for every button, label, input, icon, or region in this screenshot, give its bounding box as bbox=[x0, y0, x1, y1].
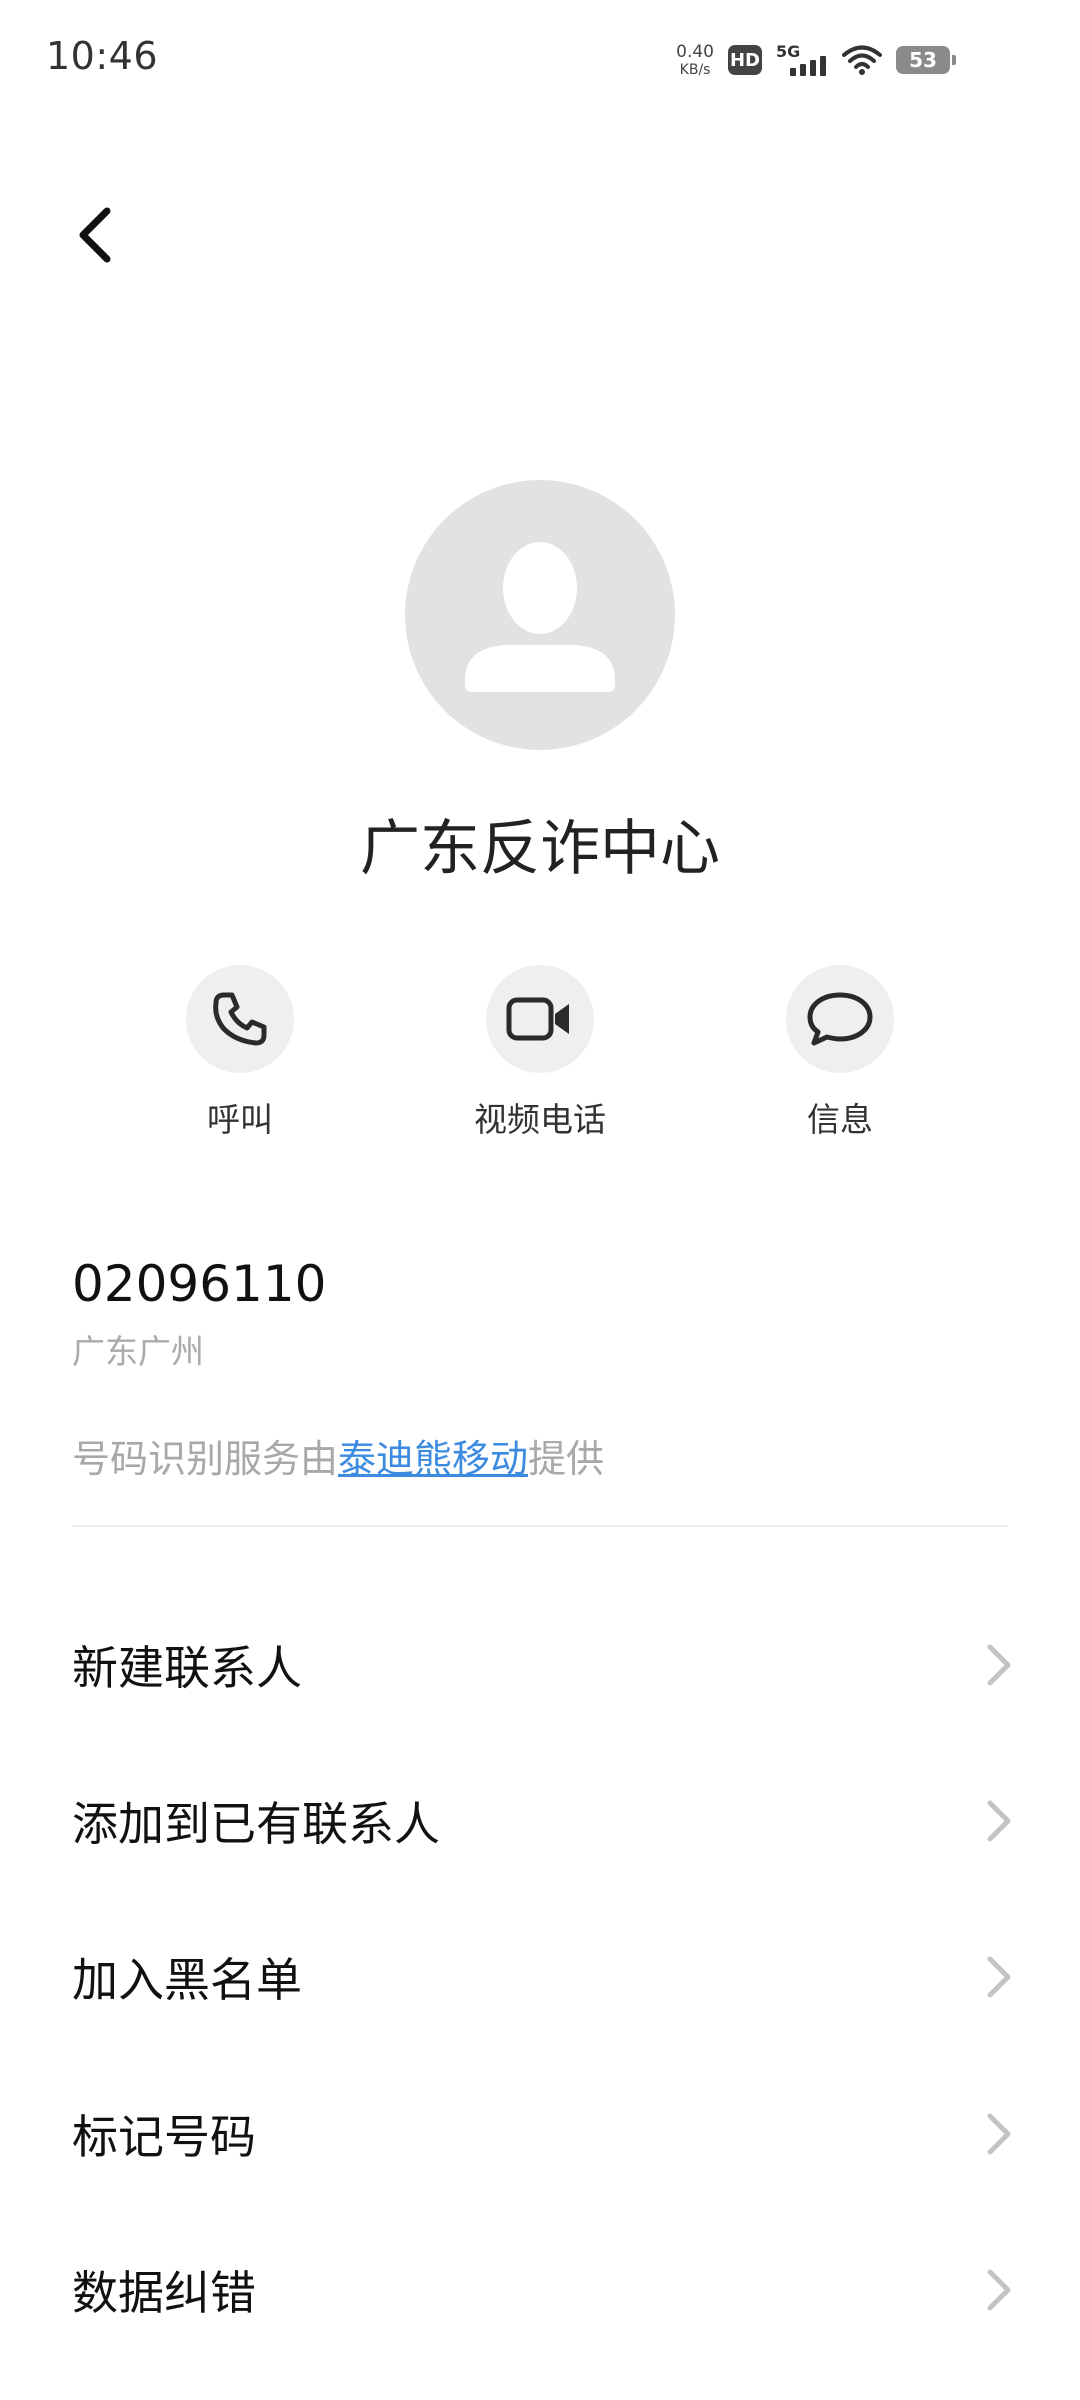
chevron-right-icon bbox=[987, 2269, 1011, 2311]
chevron-right-icon bbox=[987, 1800, 1011, 1842]
menu-item-blacklist[interactable]: 加入黑名单 bbox=[0, 1902, 1080, 2052]
call-label: 呼叫 bbox=[207, 1100, 273, 1139]
network-speed-value: 0.40 bbox=[676, 41, 714, 62]
video-camera-icon bbox=[506, 997, 569, 1041]
status-bar: 10:46 0.40 KB/s HD 5G 53 bbox=[0, 0, 1080, 120]
status-time: 10:46 bbox=[46, 34, 159, 78]
number-location: 广东广州 bbox=[72, 1332, 204, 1371]
menu-item-label: 新建联系人 bbox=[72, 1641, 302, 1695]
provider-suffix: 提供 bbox=[528, 1437, 605, 1481]
message-button-circle[interactable] bbox=[786, 965, 894, 1073]
avatar bbox=[405, 480, 675, 750]
message-label: 信息 bbox=[807, 1100, 873, 1139]
call-button[interactable]: 呼叫 bbox=[90, 965, 390, 1141]
chevron-right-icon bbox=[987, 1644, 1011, 1686]
menu-item-label: 标记号码 bbox=[72, 2110, 256, 2164]
signal-icon: 5G bbox=[776, 42, 828, 78]
status-icons: 0.40 KB/s HD 5G 53 bbox=[676, 40, 956, 80]
chevron-right-icon bbox=[987, 2113, 1011, 2155]
network-speed: 0.40 KB/s bbox=[676, 41, 714, 78]
menu-item-label: 数据纠错 bbox=[72, 2266, 256, 2320]
provider-notice: 号码识别服务由泰迪熊移动提供 bbox=[72, 1428, 604, 1483]
message-button[interactable]: 信息 bbox=[690, 965, 990, 1141]
network-speed-unit: KB/s bbox=[679, 61, 711, 78]
menu-item-label: 添加到已有联系人 bbox=[72, 1797, 440, 1851]
back-arrow-icon bbox=[79, 207, 111, 263]
battery-icon: 53 bbox=[896, 46, 956, 74]
video-call-label: 视频电话 bbox=[474, 1100, 606, 1139]
menu-item-mark-number[interactable]: 标记号码 bbox=[0, 2059, 1080, 2209]
video-call-button-circle[interactable] bbox=[486, 965, 594, 1073]
wifi-icon bbox=[842, 45, 882, 75]
message-bubble-icon bbox=[807, 992, 873, 1046]
person-icon bbox=[465, 542, 615, 692]
call-button-circle[interactable] bbox=[186, 965, 294, 1073]
back-button[interactable] bbox=[60, 200, 130, 270]
hd-icon: HD bbox=[728, 45, 762, 75]
menu-item-new-contact[interactable]: 新建联系人 bbox=[0, 1590, 1080, 1740]
menu-item-label: 加入黑名单 bbox=[72, 1953, 302, 2007]
divider bbox=[72, 1525, 1008, 1527]
contact-name: 广东反诈中心 bbox=[360, 814, 720, 884]
video-call-button[interactable]: 视频电话 bbox=[390, 965, 690, 1141]
phone-number[interactable]: 02096110 bbox=[72, 1255, 327, 1313]
phone-icon bbox=[213, 992, 267, 1046]
chevron-right-icon bbox=[987, 1956, 1011, 1998]
provider-link[interactable]: 泰迪熊移动 bbox=[338, 1437, 528, 1481]
menu-item-add-to-existing[interactable]: 添加到已有联系人 bbox=[0, 1746, 1080, 1896]
provider-prefix: 号码识别服务由 bbox=[72, 1437, 339, 1481]
menu-item-data-correction[interactable]: 数据纠错 bbox=[0, 2215, 1080, 2365]
